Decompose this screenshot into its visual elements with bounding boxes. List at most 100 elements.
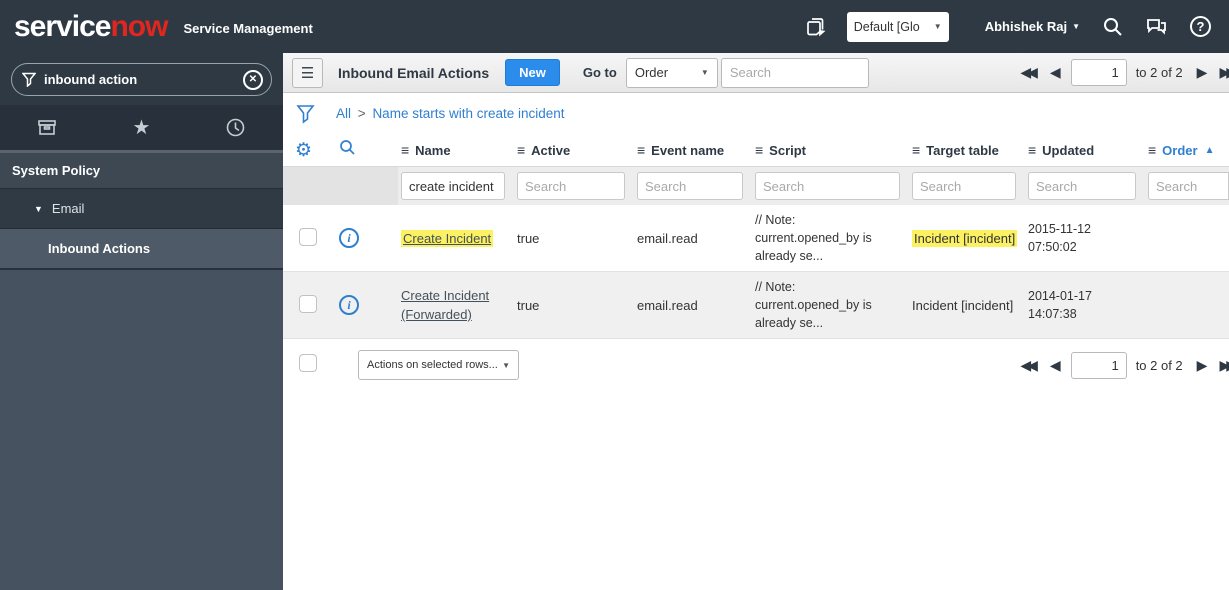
- breadcrumb-links: All > Name starts with create incident: [336, 106, 565, 121]
- content: inbound action ✕ ★ System Policy ▼ Email…: [0, 53, 1229, 590]
- row-checkbox[interactable]: [299, 294, 317, 313]
- select-all-checkbox[interactable]: [299, 353, 317, 372]
- bottom-pagination: ◀◀ ◀ to 2 of 2 ▶ ▶▶: [1014, 351, 1229, 379]
- chevron-down-icon: ▼: [933, 22, 942, 31]
- breadcrumb: All > Name starts with create incident: [283, 93, 1229, 134]
- column-label: Script: [769, 142, 807, 158]
- list-pane: ☰ Inbound Email Actions New Go to Order …: [283, 53, 1229, 590]
- cell-script: // Note: current.opened_by is already se…: [755, 212, 872, 264]
- record-link-create-incident[interactable]: Create Incident: [401, 229, 494, 247]
- column-menu-icon[interactable]: ≡: [912, 142, 920, 158]
- tab-all-applications[interactable]: [0, 118, 94, 138]
- info-icon[interactable]: i: [339, 295, 359, 315]
- new-button[interactable]: New: [505, 59, 560, 86]
- last-page-button[interactable]: ▶▶: [1213, 357, 1229, 374]
- next-page-button[interactable]: ▶: [1191, 64, 1214, 81]
- application-navigator: inbound action ✕ ★ System Policy ▼ Email…: [0, 53, 283, 590]
- column-menu-icon[interactable]: ≡: [755, 142, 763, 158]
- breadcrumb-all-link[interactable]: All: [336, 106, 351, 121]
- filter-funnel-icon[interactable]: [296, 104, 315, 124]
- nav-item-inbound-actions[interactable]: Inbound Actions: [0, 228, 283, 268]
- archive-box-icon: [38, 119, 56, 135]
- column-header-event-name[interactable]: ≡ Event name: [637, 142, 755, 158]
- breadcrumb-condition-link[interactable]: Name starts with create incident: [372, 106, 564, 121]
- navigator-filter-value: inbound action: [44, 72, 138, 87]
- help-icon[interactable]: ?: [1190, 16, 1211, 37]
- update-set-picker-icon[interactable]: [806, 16, 827, 37]
- actions-on-selected-rows-select[interactable]: Actions on selected rows... ▼: [358, 350, 519, 380]
- nav-group-email-label: Email: [51, 201, 85, 216]
- tab-history[interactable]: [189, 117, 283, 138]
- user-menu[interactable]: Abhishek Raj ▼: [985, 19, 1080, 34]
- column-header-target-table[interactable]: ≡ Target table: [912, 142, 1028, 158]
- cell-target-table: Incident [incident]: [912, 297, 1014, 313]
- breadcrumb-separator: >: [357, 106, 366, 121]
- chat-icon[interactable]: [1145, 16, 1168, 37]
- updated-filter-input[interactable]: [1028, 172, 1136, 200]
- event-name-filter-input[interactable]: [637, 172, 743, 200]
- cell-updated: 2015-11-12 07:50:02: [1028, 221, 1092, 254]
- column-label: Target table: [926, 142, 999, 158]
- column-menu-icon[interactable]: ≡: [1028, 142, 1036, 158]
- gear-icon[interactable]: ⚙: [295, 140, 312, 161]
- highlighted-target-table: Incident [incident]: [912, 229, 1018, 247]
- column-header-order[interactable]: ≡ Order ▲: [1148, 142, 1229, 158]
- star-icon: ★: [132, 117, 151, 139]
- list-toolbar: ☰ Inbound Email Actions New Go to Order …: [283, 53, 1229, 93]
- column-menu-icon[interactable]: ≡: [637, 142, 645, 158]
- header-gear-cell: ⚙: [295, 139, 339, 162]
- update-set-value: Default [Glo: [853, 19, 920, 34]
- column-header-script[interactable]: ≡ Script: [755, 142, 912, 158]
- collapse-triangle-icon: ▼: [34, 203, 43, 214]
- global-search-icon[interactable]: [1102, 16, 1123, 37]
- list-search-row: [283, 167, 1229, 205]
- next-page-button[interactable]: ▶: [1191, 357, 1214, 374]
- column-menu-icon[interactable]: ≡: [517, 142, 525, 158]
- first-page-button[interactable]: ◀◀: [1014, 357, 1044, 374]
- name-filter-input[interactable]: [401, 172, 505, 200]
- column-label: Active: [531, 142, 571, 158]
- table-row: i Create Incident true email.read // Not…: [283, 205, 1229, 272]
- table-row: i Create Incident (Forwarded) true email…: [283, 272, 1229, 339]
- top-pagination: ◀◀ ◀ to 2 of 2 ▶ ▶▶: [1014, 59, 1229, 86]
- app-label: Service Management: [183, 21, 313, 36]
- record-link-create-incident-forwarded[interactable]: Create Incident (Forwarded): [401, 288, 489, 323]
- navigator-tabs: ★: [0, 105, 283, 150]
- active-filter-input[interactable]: [517, 172, 625, 200]
- column-menu-icon[interactable]: ≡: [401, 142, 409, 158]
- last-page-button[interactable]: ▶▶: [1213, 64, 1229, 81]
- script-filter-input[interactable]: [755, 172, 900, 200]
- prev-page-button[interactable]: ◀: [1044, 357, 1067, 374]
- row-checkbox[interactable]: [299, 227, 317, 246]
- help-glyph: ?: [1196, 19, 1205, 34]
- navigator-filter-input[interactable]: inbound action ✕: [11, 63, 272, 96]
- list-footer: Actions on selected rows... ▼ ◀◀ ◀ to 2 …: [283, 339, 1229, 391]
- goto-search-input[interactable]: [720, 57, 869, 88]
- chevron-down-icon: ▼: [700, 68, 709, 77]
- cell-script: // Note: current.opened_by is already se…: [755, 279, 872, 331]
- tab-favorites[interactable]: ★: [94, 115, 188, 140]
- column-header-name[interactable]: ≡ Name: [401, 142, 517, 158]
- search-icon[interactable]: [339, 139, 356, 156]
- prev-page-button[interactable]: ◀: [1044, 64, 1067, 81]
- nav-group-email[interactable]: ▼ Email: [0, 188, 283, 228]
- column-menu-icon[interactable]: ≡: [1148, 142, 1156, 158]
- column-header-updated[interactable]: ≡ Updated: [1028, 142, 1148, 158]
- list-title: Inbound Email Actions: [338, 64, 490, 81]
- goto-column-select[interactable]: Order ▼: [625, 57, 718, 88]
- update-set-select[interactable]: Default [Glo ▼: [846, 11, 949, 42]
- first-page-button[interactable]: ◀◀: [1014, 64, 1044, 81]
- list-context-menu-button[interactable]: ☰: [292, 57, 323, 88]
- target-table-filter-input[interactable]: [912, 172, 1016, 200]
- page-number-input[interactable]: [1070, 351, 1127, 379]
- servicenow-logo: servicenow: [14, 11, 168, 42]
- chevron-down-icon: ▼: [1072, 22, 1080, 31]
- cell-event-name: email.read: [637, 230, 698, 246]
- column-label: Name: [415, 142, 451, 158]
- order-filter-input[interactable]: [1148, 172, 1229, 200]
- info-icon[interactable]: i: [339, 228, 359, 248]
- list-header-row: ⚙ ≡ Name ≡ Active ≡ Event name ≡ Script ≡ Tar…: [283, 134, 1229, 167]
- page-number-input[interactable]: [1070, 59, 1127, 86]
- column-header-active[interactable]: ≡ Active: [517, 142, 637, 158]
- clear-filter-icon[interactable]: ✕: [243, 69, 263, 90]
